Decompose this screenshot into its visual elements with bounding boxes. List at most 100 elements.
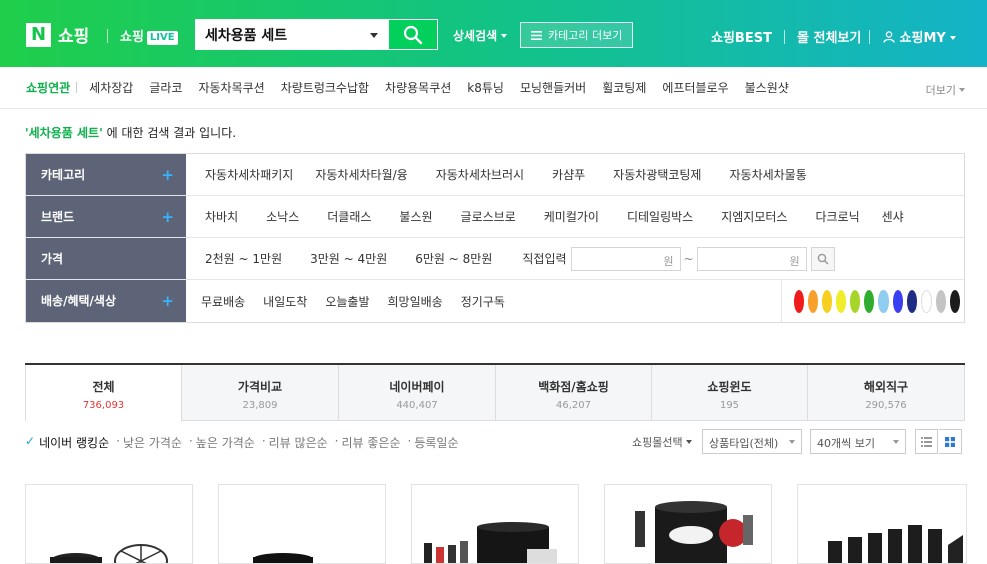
price-range[interactable]: 2천원 ~ 1만원 — [205, 250, 282, 267]
grid-view-button[interactable] — [939, 429, 962, 454]
filter-item[interactable]: 자동차세차패키지 — [205, 166, 293, 183]
min-price-input[interactable]: 원 — [570, 246, 681, 271]
price-range[interactable]: 6만원 ~ 8만원 — [415, 250, 492, 267]
delivery-option[interactable]: 오늘출발 — [325, 293, 369, 310]
related-item[interactable]: 세차장갑 — [89, 79, 133, 96]
related-item[interactable]: 모닝핸들커버 — [520, 79, 586, 96]
sort-ranking[interactable]: 네이버 랭킹순 — [39, 434, 109, 451]
filter-item[interactable]: 다크로닉 — [815, 208, 859, 225]
sort-bullet: · — [334, 434, 339, 448]
filter-head-category[interactable]: 카테고리 + — [26, 154, 186, 195]
related-item[interactable]: 휠코팅제 — [602, 79, 646, 96]
naver-logo-icon[interactable]: N — [26, 23, 51, 47]
category-more-button[interactable]: 카테고리 더보기 — [520, 22, 633, 48]
shopping-best-link[interactable]: 쇼핑BEST — [711, 27, 772, 46]
filter-item[interactable]: 자동차세차타월/융 — [315, 166, 407, 183]
related-item[interactable]: 불스원샷 — [745, 79, 789, 96]
tab-count: 736,093 — [82, 400, 125, 411]
product-card[interactable] — [797, 484, 967, 564]
color-swatch[interactable] — [836, 289, 847, 313]
advanced-search-label: 상세검색 — [453, 29, 498, 43]
search-dropdown-icon[interactable] — [370, 33, 378, 38]
tab-department-store[interactable]: 백화점/홈쇼핑 46,207 — [496, 365, 652, 421]
sort-low-price[interactable]: 낮은 가격순 — [123, 434, 182, 451]
advanced-search-link[interactable]: 상세검색 — [453, 27, 508, 44]
color-swatch[interactable] — [850, 289, 861, 313]
price-range[interactable]: 3만원 ~ 4만원 — [310, 250, 387, 267]
related-item[interactable]: 자동차목쿠션 — [198, 79, 264, 96]
tab-naver-pay[interactable]: 네이버페이 440,407 — [339, 365, 496, 421]
color-swatch[interactable] — [878, 289, 889, 313]
related-item[interactable]: 차량용목쿠션 — [385, 79, 451, 96]
mall-all-link[interactable]: 몰 전체보기 — [797, 27, 861, 46]
tab-label: 백화점/홈쇼핑 — [538, 380, 609, 394]
sort-high-price[interactable]: 높은 가격순 — [196, 434, 255, 451]
color-swatch[interactable] — [808, 289, 819, 313]
tab-all[interactable]: 전체 736,093 — [25, 365, 182, 421]
max-price-input[interactable]: 원 — [696, 246, 807, 271]
plus-icon[interactable]: + — [161, 166, 174, 184]
shopping-logo[interactable]: 쇼핑 — [58, 22, 89, 47]
header-bar: N 쇼핑 쇼핑LIVE 상세검색 카테고리 더보기 쇼핑BEST 몰 전체보기 … — [0, 0, 987, 67]
color-swatch[interactable] — [906, 289, 917, 313]
color-swatch[interactable] — [794, 289, 805, 313]
related-item[interactable]: k8튜닝 — [467, 79, 504, 96]
delivery-option[interactable]: 무료배송 — [201, 293, 245, 310]
product-type-select[interactable]: 상품타입(전체) — [702, 429, 802, 454]
sort-newest[interactable]: 등록일순 — [414, 434, 458, 451]
filter-item[interactable]: 글로스브로 — [461, 208, 516, 225]
color-swatch[interactable] — [935, 289, 946, 313]
color-swatch[interactable] — [920, 289, 932, 313]
my-shopping-link[interactable]: 쇼핑MY — [883, 27, 956, 46]
filter-item[interactable]: 디테일링박스 — [627, 208, 693, 225]
filter-item[interactable]: 지엠지모터스 — [721, 208, 787, 225]
related-item[interactable]: 글라코 — [149, 79, 182, 96]
delivery-option[interactable]: 정기구독 — [461, 293, 505, 310]
related-item[interactable]: 차량트렁크수납함 — [281, 79, 369, 96]
color-swatch[interactable] — [864, 289, 875, 313]
tab-count: 195 — [719, 400, 740, 411]
tab-price-compare[interactable]: 가격비교 23,809 — [182, 365, 339, 421]
plus-icon[interactable]: + — [161, 208, 174, 226]
filter-item[interactable]: 케미컬가이 — [544, 208, 599, 225]
color-swatch[interactable] — [949, 289, 961, 313]
related-item[interactable]: 에프터블로우 — [662, 79, 728, 96]
filter-item[interactable]: 차바치 — [205, 208, 238, 225]
product-card[interactable] — [411, 484, 579, 564]
filter-item[interactable]: 자동차광택코팅제 — [613, 166, 701, 183]
search-input[interactable] — [205, 26, 365, 44]
related-more-button[interactable]: 더보기 — [926, 82, 965, 98]
color-swatch[interactable] — [892, 289, 903, 313]
filter-label: 가격 — [41, 252, 64, 266]
sort-most-reviews[interactable]: 리뷰 많은순 — [269, 434, 328, 451]
shopping-live-link[interactable]: 쇼핑 LIVE — [120, 26, 178, 45]
tab-overseas[interactable]: 해외직구 290,576 — [808, 365, 965, 421]
filter-head-delivery[interactable]: 배송/혜택/색상 + — [26, 280, 186, 322]
list-view-button[interactable] — [915, 429, 938, 454]
plus-icon[interactable]: + — [161, 292, 174, 310]
mall-select-dropdown[interactable]: 쇼핑몰선택 — [632, 434, 692, 450]
filter-item[interactable]: 소낙스 — [266, 208, 299, 225]
filter-head-brand[interactable]: 브랜드 + — [26, 196, 186, 237]
tab-shopping-window[interactable]: 쇼핑윈도 195 — [652, 365, 808, 421]
color-swatch[interactable] — [822, 289, 833, 313]
filter-label: 배송/혜택/색상 — [41, 294, 117, 308]
product-card[interactable] — [25, 484, 193, 564]
filter-item[interactable]: 자동차세차브러시 — [436, 166, 524, 183]
product-card[interactable] — [218, 484, 386, 564]
filter-items: 무료배송 내일도착 오늘출발 희망일배송 정기구독 — [186, 280, 964, 322]
per-page-select[interactable]: 40개씩 보기 — [810, 429, 906, 454]
filter-item[interactable]: 자동차세차물통 — [729, 166, 806, 183]
product-card[interactable] — [604, 484, 772, 564]
delivery-option[interactable]: 희망일배송 — [388, 293, 443, 310]
sort-best-reviews[interactable]: 리뷰 좋은순 — [341, 434, 400, 451]
delivery-option[interactable]: 내일도착 — [263, 293, 307, 310]
search-button[interactable] — [389, 19, 438, 50]
filter-item[interactable]: 더클래스 — [327, 208, 371, 225]
product-image — [424, 522, 557, 563]
filter-item[interactable]: 카샴푸 — [552, 166, 585, 183]
filter-item[interactable]: 불스원 — [399, 208, 432, 225]
price-search-button[interactable] — [810, 246, 835, 271]
filter-item[interactable]: 센샤 — [882, 208, 904, 225]
product-image — [50, 544, 168, 563]
